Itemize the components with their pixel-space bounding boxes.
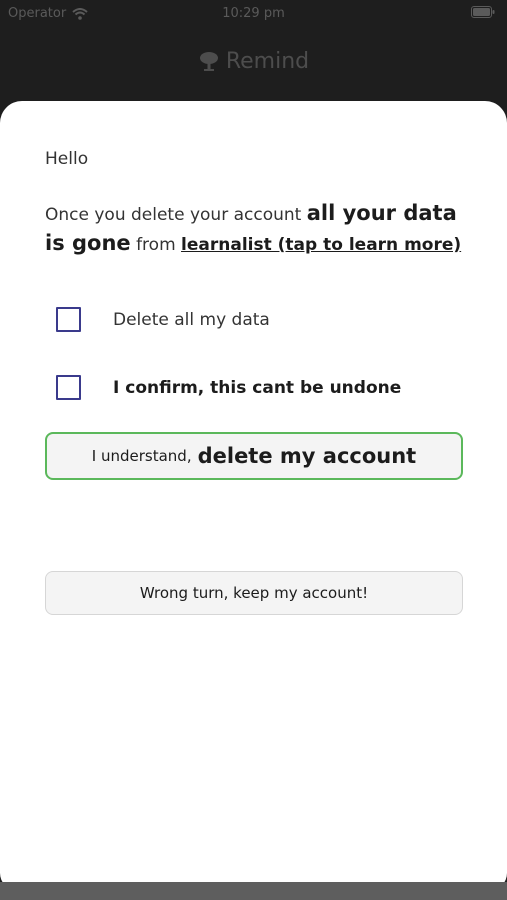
keep-account-button[interactable]: Wrong turn, keep my account! — [45, 571, 463, 615]
learn-more-link[interactable]: learnalist (tap to learn more) — [181, 235, 461, 255]
delete-button-prefix: I understand, — [91, 447, 192, 465]
delete-account-button[interactable]: I understand, delete my account — [45, 432, 463, 480]
confirm-label: I confirm, this cant be undone — [113, 377, 402, 398]
delete-data-checkbox[interactable] — [56, 307, 81, 332]
tree-icon — [198, 50, 220, 72]
delete-button-main: delete my account — [197, 444, 417, 468]
checkbox-row-delete-data[interactable]: Delete all my data — [56, 307, 270, 332]
warning-part1: Once you delete your account — [45, 205, 307, 225]
status-bar: Operator 10:29 pm — [0, 0, 507, 28]
app-header: Remind — [0, 44, 507, 78]
checkbox-row-confirm[interactable]: I confirm, this cant be undone — [56, 375, 401, 400]
bottom-peek — [0, 882, 507, 900]
battery-icon — [471, 6, 495, 22]
greeting: Hello — [45, 149, 89, 169]
screen: Operator 10:29 pm Remind Hello Once you … — [0, 0, 507, 900]
delete-data-label: Delete all my data — [113, 309, 270, 330]
warning-text: Once you delete your account all your da… — [45, 199, 465, 259]
warning-part2: from — [130, 235, 182, 255]
delete-account-sheet: Hello Once you delete your account all y… — [0, 101, 507, 891]
status-time: 10:29 pm — [222, 6, 285, 21]
app-title: Remind — [225, 48, 310, 74]
confirm-checkbox[interactable] — [56, 375, 81, 400]
